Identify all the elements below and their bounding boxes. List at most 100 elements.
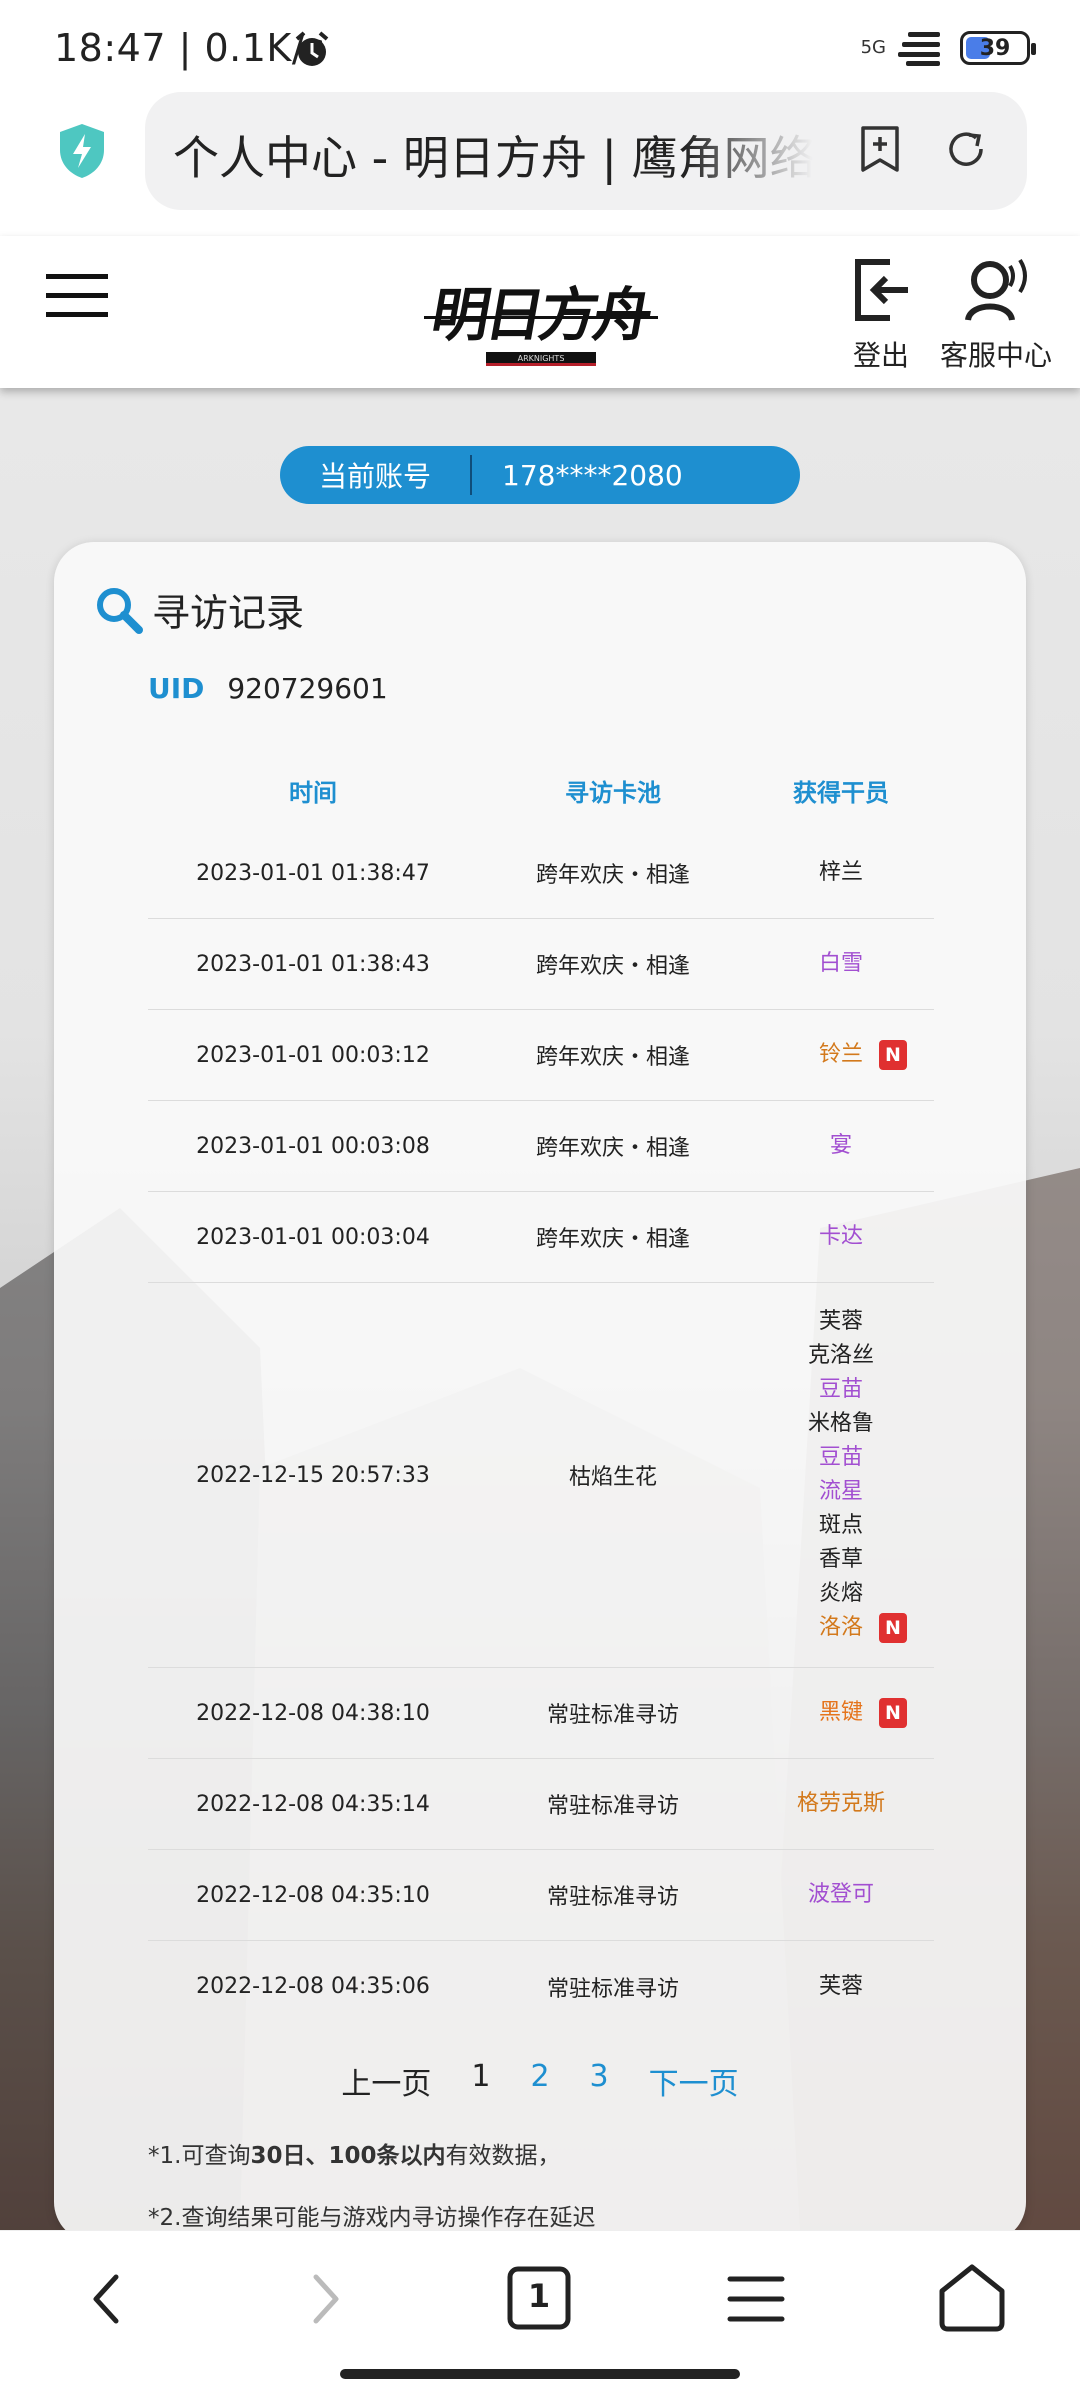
table-row: 2023-01-01 00:03:12 跨年欢庆・相逢 铃兰 N xyxy=(148,1010,934,1101)
operator-entry: 炎熔 xyxy=(819,1577,863,1611)
row-pool: 常驻标准寻访 xyxy=(546,1885,679,1910)
status-right: 5G 39 xyxy=(860,28,1036,68)
operator-entry: 卡达 xyxy=(819,1220,863,1254)
column-time: 时间 xyxy=(289,778,337,807)
row-operators: 波登可 xyxy=(748,1878,934,1912)
operator-entry: 梓兰 xyxy=(819,856,863,890)
gesture-bar[interactable] xyxy=(340,2369,740,2379)
operator-entry: 芙蓉 xyxy=(819,1305,863,1339)
home-icon[interactable] xyxy=(932,2259,1012,2339)
row-time: 2022-12-15 20:57:33 xyxy=(196,1462,430,1488)
row-pool: 跨年欢庆・相逢 xyxy=(535,1136,690,1161)
page-link-3[interactable]: 3 xyxy=(570,2059,629,2103)
add-bookmark-icon[interactable] xyxy=(857,124,903,174)
operator-name: 芙蓉 xyxy=(818,1309,863,1334)
status-time: 18:47 | 0.1K/s xyxy=(54,26,326,70)
operator-name: 黑键 xyxy=(818,1700,863,1725)
note-2: *2.查询结果可能与游戏内寻访操作存在延迟 xyxy=(148,2205,596,2230)
row-time: 2023-01-01 01:38:43 xyxy=(196,951,430,977)
customer-service-button[interactable]: 客服中心 xyxy=(936,254,1056,374)
tabs-button[interactable]: 1 xyxy=(500,2259,580,2339)
table-body: 2023-01-01 01:38:47 跨年欢庆・相逢 梓兰 2023-01-01 0… xyxy=(148,828,934,2032)
network-label: 5G xyxy=(860,37,886,58)
table-row: 2022-12-08 04:35:10 常驻标准寻访 波登可 xyxy=(148,1850,934,1941)
operator-entry: 宴 xyxy=(830,1129,852,1163)
prev-page-link[interactable]: 上一页 xyxy=(321,2059,451,2103)
menu-icon[interactable] xyxy=(716,2259,796,2339)
page-title[interactable]: 个人中心 - 明日方舟 | 鹰角网络 xyxy=(173,122,813,188)
operator-name: 炎熔 xyxy=(818,1581,863,1606)
browser-bottom-nav: 1 xyxy=(0,2230,1080,2400)
address-bar[interactable]: 个人中心 - 明日方舟 | 鹰角网络 xyxy=(145,92,1027,210)
logout-label: 登出 xyxy=(852,339,909,372)
hamburger-menu-icon[interactable] xyxy=(44,270,110,322)
back-icon[interactable] xyxy=(68,2259,148,2339)
browser-toolbar: 个人中心 - 明日方舟 | 鹰角网络 xyxy=(0,92,1080,234)
operator-entry: 豆苗 xyxy=(819,1373,863,1407)
operator-name: 格劳克斯 xyxy=(796,1791,885,1816)
page-content: 当前账号 178****2080 寻访记录 UID 920729601 时间 寻… xyxy=(0,388,1080,2230)
headset-icon xyxy=(965,258,1027,321)
logout-button[interactable]: 登出 xyxy=(846,254,916,374)
row-time: 2023-01-01 00:03:08 xyxy=(196,1133,430,1159)
row-pool: 常驻标准寻访 xyxy=(546,1976,679,2002)
logo-subtext: ARKNIGHTS xyxy=(486,352,596,366)
operator-name: 芙蓉 xyxy=(818,1973,863,1999)
logo-text: 明日方舟 xyxy=(426,281,655,349)
battery-level: 39 xyxy=(979,35,1011,61)
operator-name: 流星 xyxy=(818,1479,863,1504)
operator-entry: 流星 xyxy=(819,1475,863,1509)
row-time: 2023-01-01 01:38:47 xyxy=(196,860,430,886)
row-time: 2022-12-08 04:35:06 xyxy=(196,1974,430,1999)
row-operators: 白雪 xyxy=(748,947,934,981)
security-shield-icon[interactable] xyxy=(56,122,108,180)
record-title: 寻访记录 xyxy=(152,591,305,635)
table-row: 2023-01-01 01:38:47 跨年欢庆・相逢 梓兰 xyxy=(148,828,934,919)
note-1: *1.可查询30日、100条以内有效数据， xyxy=(148,2136,560,2170)
row-operators: 芙蓉 克洛丝 豆苗 米格鲁 豆苗 流星 斑点 香草 炎熔 洛洛 N xyxy=(748,1283,934,1667)
row-pool: 跨年欢庆・相逢 xyxy=(535,1045,690,1070)
operator-entry: 香草 xyxy=(819,1543,863,1577)
operator-entry: 白雪 xyxy=(819,947,863,981)
current-account-pill: 当前账号 178****2080 xyxy=(280,446,800,504)
logo-underline xyxy=(424,316,658,319)
record-heading: 寻访记录 xyxy=(94,582,304,637)
operator-name: 白雪 xyxy=(818,951,863,976)
row-operators: 芙蓉 xyxy=(748,1970,934,2004)
page-link-1[interactable]: 1 xyxy=(451,2059,510,2103)
new-badge: N xyxy=(879,1613,907,1643)
record-table: 时间 寻访卡池 获得干员 2023-01-01 01:38:47 跨年欢庆・相逢 梓… xyxy=(148,752,934,2032)
row-pool: 枯焰生花 xyxy=(568,1465,657,1490)
forward-icon[interactable] xyxy=(284,2259,364,2339)
account-value: 178****2080 xyxy=(502,458,683,492)
site-header: 明日方舟 ARKNIGHTS 登出 客服中心 xyxy=(0,236,1080,388)
pagination: 上一页 1 2 3 下一页 xyxy=(54,2059,1026,2103)
row-operators: 宴 xyxy=(748,1129,934,1163)
page-link-2[interactable]: 2 xyxy=(510,2059,569,2103)
logout-icon xyxy=(855,259,908,321)
operator-entry: 格劳克斯 xyxy=(797,1787,885,1821)
next-page-link[interactable]: 下一页 xyxy=(629,2059,759,2103)
search-icon xyxy=(97,587,143,634)
uid-value: 920729601 xyxy=(227,672,388,705)
operator-entry: 黑键 N xyxy=(818,1696,907,1730)
uid-label: UID xyxy=(148,672,205,705)
operator-entry: 芙蓉 xyxy=(819,1970,863,2004)
site-logo[interactable]: 明日方舟 ARKNIGHTS xyxy=(416,254,666,370)
row-pool: 跨年欢庆・相逢 xyxy=(535,863,690,888)
operator-name: 克洛丝 xyxy=(807,1343,874,1368)
operator-entry: 克洛丝 xyxy=(808,1339,874,1373)
table-row: 2023-01-01 00:03:04 跨年欢庆・相逢 卡达 xyxy=(148,1192,934,1283)
operator-entry: 米格鲁 xyxy=(808,1407,874,1441)
table-row: 2022-12-08 04:38:10 常驻标准寻访 黑键 N xyxy=(148,1668,934,1759)
operator-name: 豆苗 xyxy=(818,1377,863,1402)
operator-name: 米格鲁 xyxy=(807,1411,874,1436)
operator-name: 豆苗 xyxy=(818,1445,863,1470)
reload-icon[interactable] xyxy=(943,126,989,172)
row-operators: 梓兰 xyxy=(748,856,934,890)
battery-icon: 39 xyxy=(960,31,1036,65)
operator-name: 波登可 xyxy=(807,1882,874,1907)
row-operators: 格劳克斯 xyxy=(748,1787,934,1821)
new-badge: N xyxy=(879,1040,907,1070)
operator-name: 铃兰 xyxy=(818,1042,863,1067)
